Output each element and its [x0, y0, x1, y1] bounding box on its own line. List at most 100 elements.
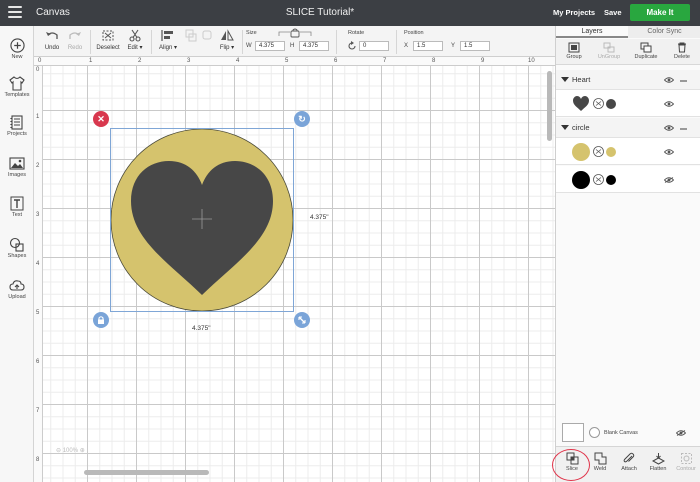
ruler-number: 3: [187, 58, 191, 64]
save-button[interactable]: Save: [604, 8, 622, 17]
paperclip-icon: [623, 452, 634, 463]
sidebar-item-projects[interactable]: Projects: [0, 115, 34, 137]
collapse-triangle-icon[interactable]: [561, 77, 569, 82]
layer-row-heart[interactable]: [556, 90, 700, 117]
drag-handle-icon[interactable]: [680, 128, 687, 130]
blank-canvas-color-dot[interactable]: [589, 427, 600, 438]
eye-icon[interactable]: [664, 125, 674, 131]
size-label: Size: [246, 30, 257, 36]
height-input[interactable]: 4.375: [299, 41, 329, 51]
sidebar-item-label: Shapes: [7, 253, 27, 259]
flatten-label: Flatten: [649, 466, 667, 472]
cut-scissors-icon[interactable]: [593, 146, 604, 157]
tshirt-icon: [9, 76, 25, 91]
ruler-number: 8: [36, 457, 40, 463]
undo-icon: [46, 32, 58, 39]
make-it-button[interactable]: Make It: [630, 4, 690, 21]
undo-button[interactable]: Undo: [42, 29, 62, 51]
sidebar-item-label: Text: [11, 212, 23, 218]
eye-icon[interactable]: [664, 149, 674, 155]
width-input[interactable]: 4.375: [255, 41, 285, 51]
ruler-top: 0 1 2 3 4 5 6 7 8 9 10: [34, 57, 555, 66]
rotate-input[interactable]: 0: [359, 41, 389, 51]
eye-icon[interactable]: [664, 101, 674, 107]
sidebar-item-text[interactable]: Text: [0, 196, 34, 218]
redo-icon: [69, 32, 81, 39]
blank-canvas-row[interactable]: Blank Canvas: [556, 420, 700, 446]
sidebar-item-label: Templates: [4, 92, 30, 98]
x-position-input[interactable]: 1.5: [413, 41, 443, 51]
flip-icon: [221, 29, 234, 41]
edit-menu-button[interactable]: Edit ▾: [124, 29, 146, 51]
layer-group-circle[interactable]: circle: [556, 118, 700, 138]
duplicate-button[interactable]: Duplicate: [630, 42, 662, 60]
selection-box: [110, 128, 294, 312]
eye-icon[interactable]: [664, 77, 674, 83]
zoom-in-icon[interactable]: ⊕: [80, 448, 85, 454]
cut-scissors-icon[interactable]: [593, 174, 604, 185]
slice-button[interactable]: Slice: [552, 449, 590, 481]
collapse-triangle-icon[interactable]: [561, 125, 569, 130]
chevron-down-icon: ▾: [137, 45, 143, 51]
ruler-number: 6: [36, 359, 40, 365]
cut-scissors-icon[interactable]: [593, 98, 604, 109]
deselect-button[interactable]: Deselect: [94, 29, 122, 51]
vertical-scrollbar[interactable]: [547, 71, 552, 141]
lock-aspect-icon[interactable]: [278, 28, 312, 38]
offset-icon: [202, 30, 212, 40]
ruler-number: 9: [481, 58, 485, 64]
my-projects-link[interactable]: My Projects: [553, 8, 595, 17]
sidebar-item-label: Projects: [7, 131, 27, 137]
delete-handle-close-icon[interactable]: ✕: [93, 111, 109, 127]
layer-color-dot[interactable]: [606, 175, 616, 185]
layer-group-heart[interactable]: Heart: [556, 70, 700, 90]
ruler-number: 5: [285, 58, 289, 64]
flatten-button[interactable]: Flatten: [644, 452, 672, 472]
flip-menu-button[interactable]: Flip ▾: [216, 29, 238, 51]
zoom-out-icon[interactable]: ⊖: [56, 448, 61, 454]
group-button[interactable]: Group: [558, 42, 590, 60]
design-canvas[interactable]: 0 1 2 3 4 5 6 7 8 9 10 0 1 2 3 4 5 6 7 8…: [34, 57, 555, 482]
drag-handle-icon[interactable]: [680, 80, 687, 82]
blank-canvas-label: Blank Canvas: [604, 430, 638, 436]
ruler-left: 0 1 2 3 4 5 6 7 8: [34, 66, 43, 482]
text-icon: [10, 196, 24, 211]
delete-button[interactable]: Delete: [666, 42, 698, 60]
y-position-input[interactable]: 1.5: [460, 41, 490, 51]
sidebar-item-upload[interactable]: Upload: [0, 278, 34, 300]
blank-canvas-swatch[interactable]: [562, 423, 584, 442]
ruler-number: 7: [36, 408, 40, 414]
rotate-handle-icon[interactable]: ↻: [294, 111, 310, 127]
eye-hidden-icon[interactable]: [664, 177, 674, 183]
diagonal-arrow-icon: [298, 316, 306, 324]
layer-row-circle-black[interactable]: [556, 166, 700, 193]
resize-handle-icon[interactable]: [294, 312, 310, 328]
sidebar-item-new[interactable]: New: [0, 38, 34, 60]
sidebar-item-templates[interactable]: Templates: [0, 76, 34, 98]
weld-button[interactable]: Weld: [586, 452, 614, 472]
y-key: Y: [451, 43, 456, 49]
toolbar-divider: [151, 30, 152, 54]
highlight-circle: [552, 449, 590, 481]
left-sidebar: New Templates Projects Images Text Shape…: [0, 26, 34, 482]
projects-icon: [10, 115, 23, 130]
sidebar-item-images[interactable]: Images: [0, 156, 34, 178]
tab-color-sync[interactable]: Color Sync: [628, 26, 700, 38]
attach-button[interactable]: Attach: [615, 452, 643, 472]
lock-handle-icon[interactable]: [93, 312, 109, 328]
align-menu-button[interactable]: Align ▾: [156, 29, 180, 51]
zoom-control[interactable]: ⊖ 100% ⊕: [56, 447, 106, 459]
layer-color-dot[interactable]: [606, 99, 616, 109]
sidebar-item-shapes[interactable]: Shapes: [0, 237, 34, 259]
tab-layers[interactable]: Layers: [556, 26, 628, 38]
arrange-button[interactable]: [184, 29, 198, 44]
ungroup-button[interactable]: UnGroup: [593, 42, 625, 60]
redo-button[interactable]: Redo: [65, 29, 85, 51]
horizontal-scrollbar[interactable]: [84, 470, 209, 475]
offset-button[interactable]: [200, 29, 214, 44]
contour-button[interactable]: Contour: [672, 452, 700, 472]
layer-row-circle-gold[interactable]: [556, 138, 700, 165]
eye-hidden-icon[interactable]: [676, 430, 686, 436]
circle-swatch-icon: [572, 171, 590, 189]
layer-color-dot[interactable]: [606, 147, 616, 157]
